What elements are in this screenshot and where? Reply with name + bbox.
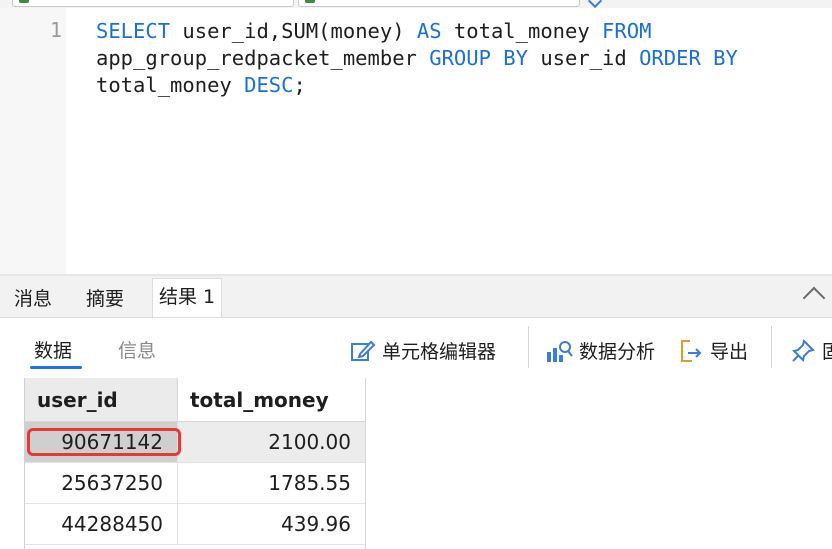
sql-keyword: AS	[416, 19, 442, 43]
export-button[interactable]: 导出	[678, 337, 748, 364]
sql-text: user_id,SUM(money)	[170, 19, 417, 43]
sql-keyword: SELECT	[96, 19, 171, 43]
cell-total-money[interactable]: 1785.55	[177, 463, 365, 504]
database-selector[interactable]	[298, 0, 580, 7]
cell-total-money[interactable]: 2100.00	[177, 422, 365, 463]
pin-label: 固	[822, 341, 832, 363]
subtab-data[interactable]: 数据	[34, 336, 72, 363]
sql-text: total_money	[96, 73, 232, 97]
tab-messages[interactable]: 消息	[8, 284, 58, 317]
pin-button[interactable]: 固	[790, 337, 832, 364]
active-subtab-indicator	[30, 366, 82, 369]
row-marker-column	[0, 378, 25, 549]
sql-text: ;	[293, 73, 306, 97]
data-analysis-button[interactable]: 数据分析	[545, 337, 655, 364]
toolbar-separator	[528, 326, 529, 368]
run-icon[interactable]	[587, 0, 603, 9]
result-tabs-bar: 消息 摘要 结果 1	[0, 276, 832, 318]
connection-selector[interactable]	[12, 0, 294, 7]
sql-keyword: GROUP BY	[429, 46, 528, 70]
subtab-info[interactable]: 信息	[118, 336, 156, 363]
cell-editor-button[interactable]: 单元格编辑器	[350, 337, 496, 364]
pin-icon	[792, 338, 815, 362]
cell-user-id[interactable]: 25637250	[25, 463, 177, 504]
sql-text: total_money	[441, 19, 603, 43]
sql-keyword: DESC	[244, 73, 294, 97]
sql-keyword: ORDER BY	[639, 46, 738, 70]
sql-text: app_group_redpacket_member	[96, 46, 417, 70]
export-icon	[681, 339, 702, 362]
cell-editor-label: 单元格编辑器	[382, 341, 497, 363]
column-header-total-money[interactable]: total_money	[177, 378, 365, 422]
cell-user-id[interactable]: 44288450	[25, 504, 177, 545]
edit-icon	[351, 340, 376, 361]
top-toolbar	[0, 0, 832, 9]
analysis-icon	[547, 340, 573, 362]
cell-total-money[interactable]: 439.96	[177, 504, 365, 545]
toolbar-separator	[771, 326, 772, 368]
line-gutter: 1	[0, 8, 66, 274]
tab-result-1[interactable]: 结果 1	[152, 278, 223, 317]
sql-editor[interactable]: 1 SELECT user_id,SUM(money) AS total_mon…	[0, 8, 832, 274]
export-label: 导出	[710, 341, 749, 363]
column-header-user-id[interactable]: user_id	[25, 378, 177, 422]
sql-text: user_id	[528, 46, 640, 70]
sql-keyword: FROM	[602, 19, 652, 43]
chevron-up-icon[interactable]	[802, 286, 826, 310]
highlight-annotation	[27, 428, 181, 456]
data-analysis-label: 数据分析	[579, 341, 656, 363]
tab-summary[interactable]: 摘要	[80, 284, 130, 317]
result-toolbar: 数据 信息 单元格编辑器 数据分析 导出 固	[0, 318, 832, 376]
line-number: 1	[49, 18, 62, 42]
grid-right-border	[365, 378, 366, 549]
sql-code[interactable]: SELECT user_id,SUM(money) AS total_money…	[96, 18, 738, 99]
